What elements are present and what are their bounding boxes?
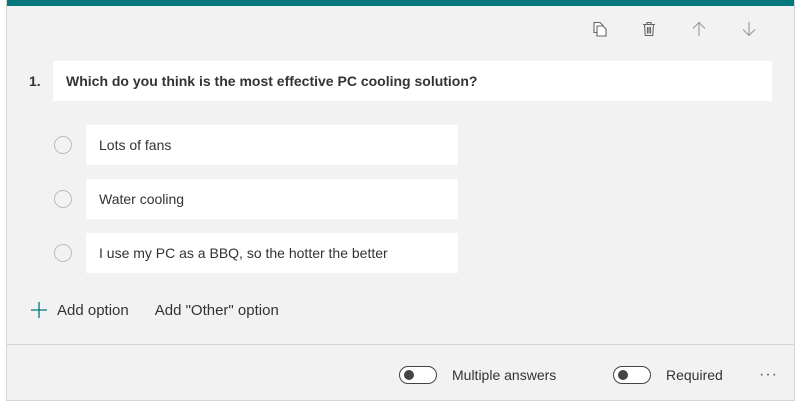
multiple-answers-group: Multiple answers [399,362,556,388]
toggle-knob [404,370,414,380]
copy-icon [591,21,607,37]
option-field[interactable]: Water cooling [86,179,458,219]
add-other-option-button[interactable]: Add "Other" option [155,302,279,319]
question-card: 1. Which do you think is the most effect… [6,0,795,401]
option-row: Lots of fans [54,125,458,165]
required-group: Required [613,362,723,388]
move-down-button[interactable] [724,14,774,44]
option-radio[interactable] [54,136,72,154]
accent-bar [7,0,794,6]
page-bottom [0,401,801,405]
delete-button[interactable] [624,14,674,44]
option-field[interactable]: I use my PC as a BBQ, so the hotter the … [86,233,458,273]
option-label: Lots of fans [99,137,172,153]
more-icon: ··· [759,366,778,383]
move-up-button[interactable] [674,14,724,44]
add-option-button[interactable]: Add option [29,300,129,320]
footer-divider [7,344,794,345]
option-radio[interactable] [54,244,72,262]
copy-button[interactable] [574,14,624,44]
required-label: Required [666,367,723,383]
multiple-answers-toggle[interactable] [399,366,437,384]
option-radio[interactable] [54,190,72,208]
plus-icon [29,300,49,320]
option-label: Water cooling [99,191,185,207]
question-toolbar [574,14,774,44]
question-footer: Multiple answers Required ··· [7,362,794,388]
trash-icon [641,21,657,37]
question-number: 1. [29,73,41,89]
question-title-text: Which do you think is the most effective… [66,73,478,89]
option-field[interactable]: Lots of fans [86,125,458,165]
required-toggle[interactable] [613,366,651,384]
add-option-label: Add option [57,301,129,319]
arrow-down-icon [741,21,757,37]
option-label: I use my PC as a BBQ, so the hotter the … [99,245,388,261]
toggle-knob [618,370,628,380]
option-row: Water cooling [54,179,458,219]
add-options-row: Add option Add "Other" option [29,298,279,322]
add-other-option-label: Add "Other" option [154,301,279,319]
arrow-up-icon [691,21,707,37]
question-title-field[interactable]: Which do you think is the most effective… [53,61,772,101]
multiple-answers-label: Multiple answers [452,367,557,383]
option-row: I use my PC as a BBQ, so the hotter the … [54,233,458,273]
more-options-button[interactable]: ··· [759,362,778,388]
